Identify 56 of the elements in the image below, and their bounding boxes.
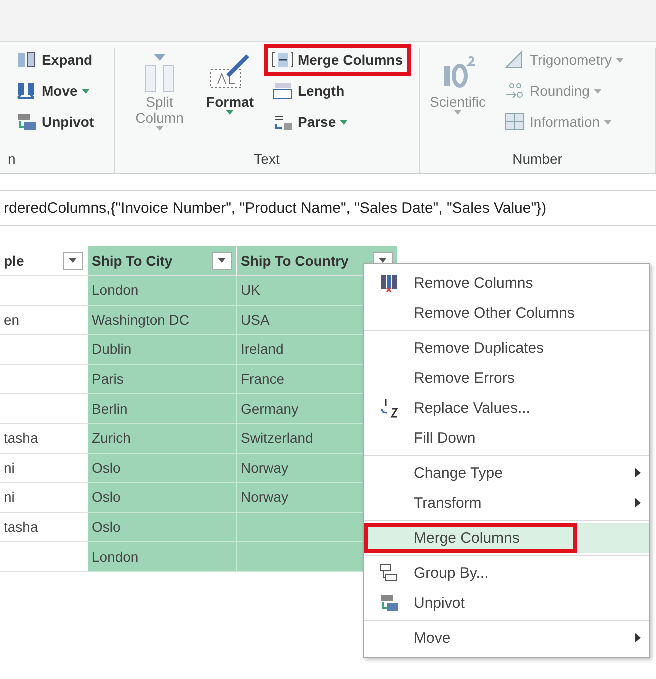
submenu-arrow-icon — [635, 633, 641, 643]
caret-icon — [340, 120, 348, 124]
caret-icon — [616, 58, 624, 62]
table-cell: London — [88, 276, 237, 306]
table-cell: en — [0, 306, 88, 336]
caret-icon — [454, 110, 462, 115]
table-cell: Oslo — [88, 483, 237, 513]
table-cell: Zurich — [88, 424, 237, 454]
table-cell: Berlin — [88, 394, 237, 424]
ribbon-button[interactable]: Expand — [8, 44, 102, 76]
remove-columns-icon — [379, 273, 399, 293]
column-header[interactable]: Ship To Country — [237, 246, 398, 276]
length-icon — [272, 81, 294, 101]
ribbon-button[interactable]: Merge Columns — [264, 44, 411, 76]
menu-item[interactable]: Merge Columns — [364, 523, 649, 553]
column-name: Ship To Country — [241, 252, 349, 268]
group-label: n — [8, 150, 16, 169]
submenu-arrow-icon — [635, 468, 641, 478]
ribbon-button[interactable]: Format — [204, 48, 256, 147]
table-arrow-icon — [379, 593, 399, 613]
filter-button[interactable] — [63, 252, 83, 270]
submenu-arrow-icon — [635, 498, 641, 508]
table-cell: Paris — [88, 364, 237, 394]
group-label: Number — [512, 150, 562, 169]
table-cell: Washington DC — [88, 306, 237, 336]
ribbon-button[interactable]: Parse — [264, 106, 411, 138]
table-cell: London — [88, 542, 237, 572]
table-arrow-icon — [16, 112, 38, 132]
table-cell: ni — [0, 454, 88, 484]
menu-item[interactable]: Move — [364, 623, 649, 653]
column-name: Ship To City — [92, 252, 173, 268]
ribbon-button[interactable]: Unpivot — [8, 106, 102, 138]
columns-icon — [16, 50, 38, 70]
group-by-icon — [379, 563, 399, 583]
caret-icon — [226, 110, 234, 115]
menu-item[interactable]: Group By... — [364, 558, 649, 588]
merge-icon — [272, 50, 294, 70]
table-cell: Oslo — [88, 512, 237, 542]
group-label: Text — [254, 150, 280, 169]
caret-icon — [82, 88, 90, 94]
table-cell: Oslo — [88, 454, 237, 484]
caret-icon — [218, 258, 226, 263]
column-header[interactable]: Ship To City — [88, 246, 237, 276]
info-grid-icon — [504, 112, 526, 132]
ribbon-button[interactable]: Move — [8, 75, 102, 107]
caret-icon — [69, 258, 77, 263]
table-cell: Dublin — [88, 335, 237, 365]
menu-item[interactable]: Unpivot — [364, 588, 649, 618]
formula-bar[interactable]: rderedColumns,{"Invoice Number", "Product Name", "Sales Date", "Sales Value"}) — [0, 190, 656, 226]
ribbon-button[interactable]: Length — [264, 75, 411, 107]
caret-icon — [156, 126, 164, 131]
column-name: ple — [4, 252, 24, 268]
filter-button[interactable] — [212, 252, 232, 270]
caret-icon — [594, 88, 602, 94]
replace-values-icon — [379, 397, 399, 419]
caret-icon — [604, 120, 612, 124]
